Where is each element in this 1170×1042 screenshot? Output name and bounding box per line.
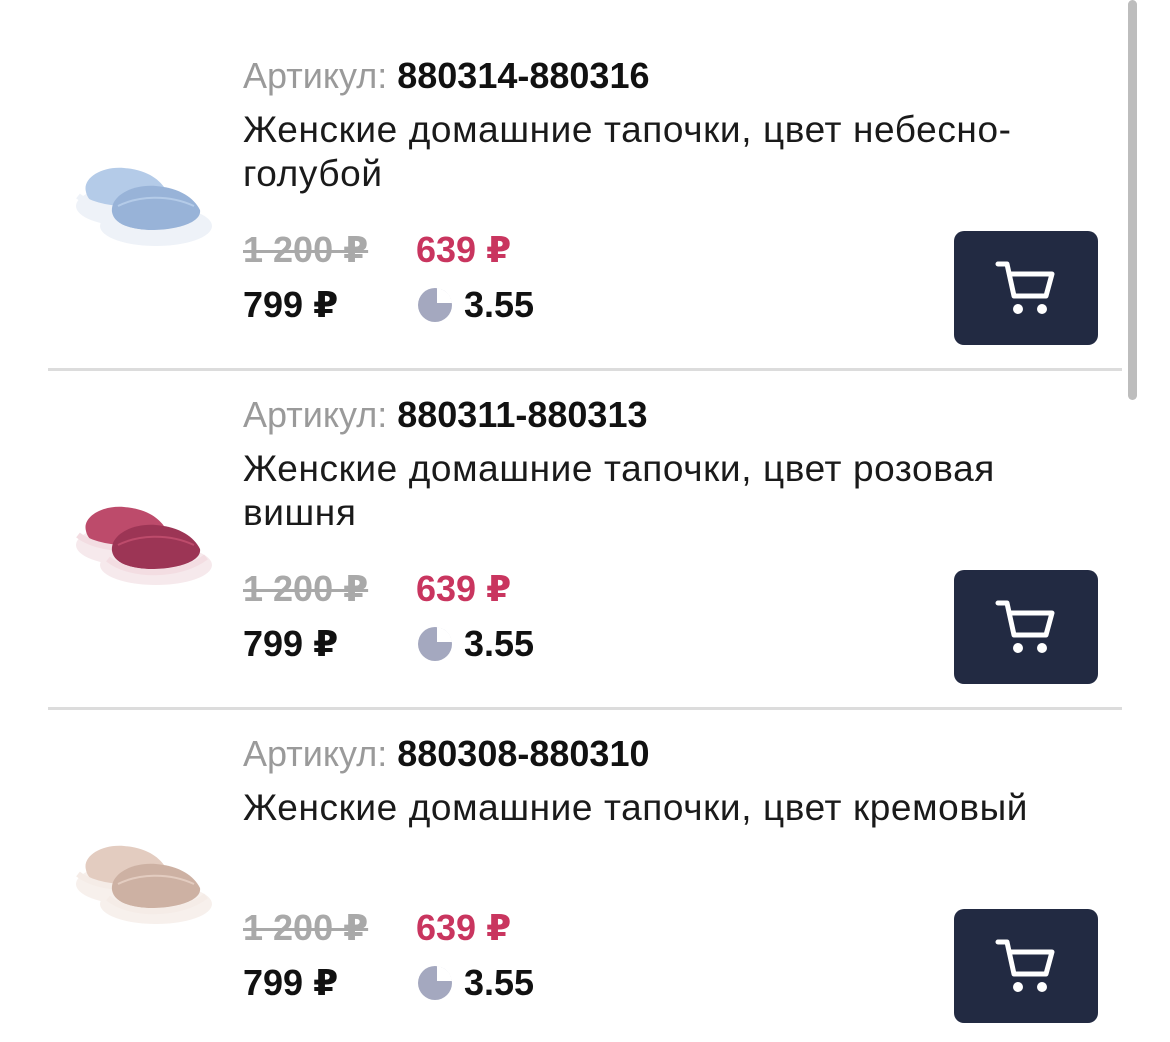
product-title[interactable]: Женские домашние тапочки, цвет кремовый [243, 786, 1103, 830]
sku-line: Артикул: 880311-880313 [243, 391, 648, 439]
scrollbar[interactable] [1128, 0, 1137, 400]
sku-value: 880314-880316 [397, 55, 650, 96]
slippers-image [76, 167, 212, 246]
sku-label: Артикул: [243, 55, 388, 96]
old-price: 1 200 ₽ [243, 229, 369, 270]
add-to-cart-button[interactable] [954, 909, 1098, 1023]
old-price: 1 200 ₽ [243, 568, 369, 609]
sku-label: Артикул: [243, 733, 388, 774]
promo-price: 639 ₽ [416, 907, 512, 948]
product-image[interactable] [68, 808, 218, 928]
pie-chart-icon [418, 966, 452, 1000]
add-to-cart-button[interactable] [954, 231, 1098, 345]
product-list: Артикул: 880314-880316 Женские домашние … [0, 0, 1170, 1042]
product-image[interactable] [68, 130, 218, 250]
points-value: 3.55 [464, 623, 535, 664]
sku-line: Артикул: 880314-880316 [243, 52, 649, 100]
product-image[interactable] [68, 469, 218, 589]
pie-chart-icon [418, 627, 452, 661]
pie-chart-icon [418, 288, 452, 322]
points-value: 3.55 [464, 962, 535, 1003]
promo-price: 639 ₽ [416, 229, 512, 270]
cart-icon [995, 261, 1055, 314]
old-price: 1 200 ₽ [243, 907, 369, 948]
sku-label: Артикул: [243, 394, 388, 435]
promo-price: 639 ₽ [416, 568, 512, 609]
cart-icon [995, 600, 1055, 653]
sku-value: 880308-880310 [397, 733, 650, 774]
cart-icon [995, 939, 1055, 992]
points: 3.55 [416, 281, 534, 329]
product-title[interactable]: Женские домашние тапочки, цвет розовая в… [243, 447, 1103, 535]
product-card[interactable]: Артикул: 880314-880316 Женские домашние … [0, 0, 1170, 371]
points-value: 3.55 [464, 284, 535, 325]
sku-line: Артикул: 880308-880310 [243, 730, 649, 778]
price: 799 ₽ [243, 284, 339, 325]
slippers-image [76, 845, 212, 924]
points: 3.55 [416, 620, 534, 668]
price: 799 ₽ [243, 623, 339, 664]
sku-value: 880311-880313 [397, 394, 648, 435]
product-card[interactable]: Артикул: 880308-880310 Женские домашние … [0, 678, 1170, 1023]
add-to-cart-button[interactable] [954, 570, 1098, 684]
points: 3.55 [416, 959, 534, 1007]
slippers-image [76, 506, 212, 585]
product-card[interactable]: Артикул: 880311-880313 Женские домашние … [0, 339, 1170, 710]
price: 799 ₽ [243, 962, 339, 1003]
product-title[interactable]: Женские домашние тапочки, цвет небесно-г… [243, 108, 1103, 196]
